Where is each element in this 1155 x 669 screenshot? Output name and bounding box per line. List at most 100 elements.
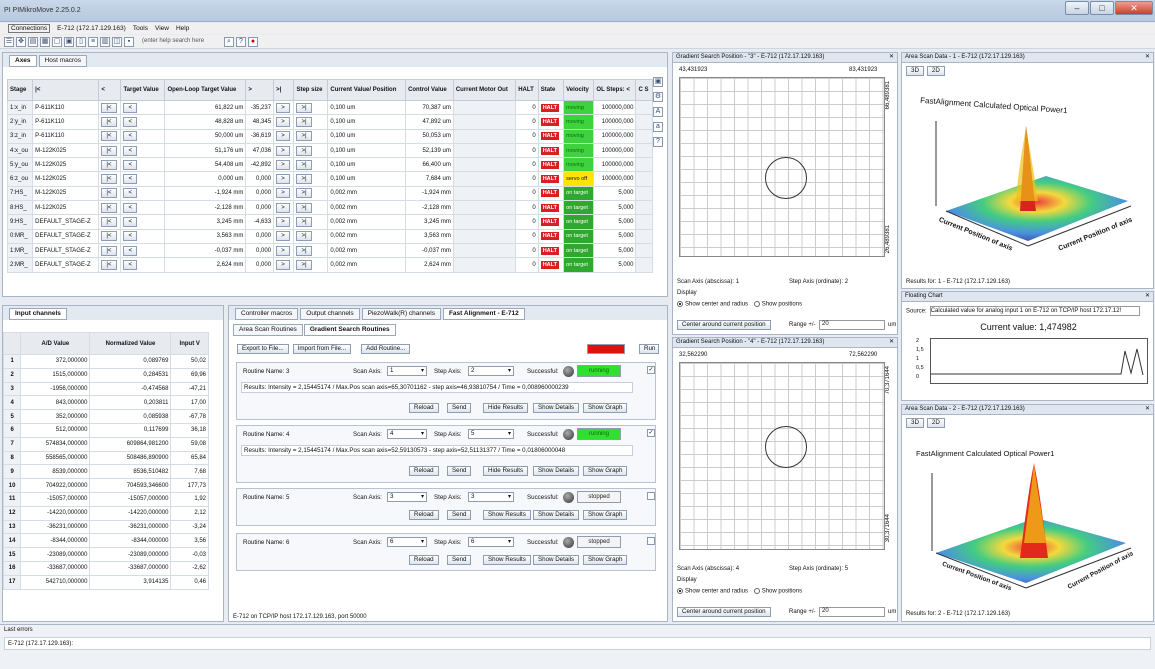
step-forward-button[interactable]: > xyxy=(276,145,290,156)
axis-row[interactable]: 4:x_ou M-122K025 |< <51,176 um 47,036 > >| 0,10… xyxy=(6,142,653,159)
step-size[interactable]: 0,100 um xyxy=(327,157,407,173)
step-back-button[interactable]: < xyxy=(123,145,138,156)
export-button[interactable]: Export to File... xyxy=(237,344,289,354)
step-size[interactable]: 0,002 mm xyxy=(327,185,407,202)
halt-button[interactable]: HALT xyxy=(540,203,559,212)
help-icon[interactable]: ? xyxy=(653,137,663,147)
tab-controller-macros[interactable]: Controller macros xyxy=(235,308,299,320)
move-min-button[interactable]: |< xyxy=(101,102,117,113)
move-max-button[interactable]: >| xyxy=(296,202,312,213)
reload-button[interactable]: Reload xyxy=(409,466,439,476)
menu-help[interactable]: Help xyxy=(176,25,189,32)
velocity[interactable]: 5,000 xyxy=(593,214,637,230)
step-size[interactable]: 0,100 um xyxy=(327,171,407,187)
velocity[interactable]: 5,000 xyxy=(593,228,637,244)
tab-area-scan[interactable]: Area Scan Routines xyxy=(233,324,303,336)
show-center-radio-1[interactable] xyxy=(677,301,683,307)
tab-fast-alignment[interactable]: Fast Alignment - E-712 xyxy=(442,308,525,320)
send-button[interactable]: Send xyxy=(447,510,472,520)
scan-axis-select[interactable]: 6 xyxy=(387,537,427,547)
help-search-input[interactable]: (enter help search here xyxy=(140,37,222,47)
open-loop-target[interactable]: 0,000 xyxy=(245,171,275,187)
step-back-button[interactable]: < xyxy=(123,159,138,170)
center-button-2[interactable]: Center around current position xyxy=(677,607,771,617)
scan-axis-select[interactable]: 4 xyxy=(387,429,427,439)
move-min-button[interactable]: |< xyxy=(101,217,117,228)
axis-row[interactable]: 1:x_in P-611K110 |< <61,822 um -35,237 > >| 0,1… xyxy=(6,99,653,116)
doc-icon[interactable]: ▯ xyxy=(76,36,86,47)
move-min-button[interactable]: |< xyxy=(101,188,117,199)
tab-host-macros[interactable]: Host macros xyxy=(38,55,88,67)
move-max-button[interactable]: >| xyxy=(296,159,312,170)
target-value[interactable]: -0,037 mm xyxy=(164,242,247,259)
step-forward-button[interactable]: > xyxy=(276,245,290,256)
halt-button[interactable]: HALT xyxy=(540,189,559,198)
step-forward-button[interactable]: > xyxy=(276,174,290,185)
move-icon[interactable]: ✥ xyxy=(16,36,26,47)
axis-row[interactable]: 9:HS_ DEFAULT_STAGE-Z |< <3,245 mm -4,633 > >|… xyxy=(6,214,653,230)
view-2d-button-1[interactable]: 2D xyxy=(926,66,945,76)
open-loop-target[interactable]: 47,036 xyxy=(245,142,275,159)
save-icon[interactable]: ▪ xyxy=(124,36,134,47)
halt-button[interactable]: HALT xyxy=(540,175,559,184)
add-routine-button[interactable]: Add Routine... xyxy=(361,344,411,354)
close-icon[interactable]: ✕ xyxy=(1145,53,1150,62)
show-results-button[interactable]: Show Results xyxy=(483,510,531,520)
target-value[interactable]: 61,822 um xyxy=(164,99,247,116)
step-forward-button[interactable]: > xyxy=(276,188,290,199)
open-loop-target[interactable]: 48,345 xyxy=(245,114,275,130)
axis-row[interactable]: 1:MR_ DEFAULT_STAGE-Z |< < -0,037 mm 0,000 > >|… xyxy=(6,242,653,259)
reload-button[interactable]: Reload xyxy=(409,403,439,413)
routine-checkbox[interactable]: ✓ xyxy=(647,429,655,437)
axis-row[interactable]: 6:z_ou M-122K025 |< <0,000 um 0,000 > >| 0,100 … xyxy=(6,171,653,187)
step-back-button[interactable]: < xyxy=(123,217,138,228)
range-input-1[interactable]: 20 xyxy=(819,320,885,330)
target-value[interactable]: 50,000 um xyxy=(164,128,247,144)
search-icon[interactable]: ⌕ xyxy=(224,36,234,47)
view-2d-button-2[interactable]: 2D xyxy=(926,418,945,428)
close-icon[interactable]: ✕ xyxy=(1145,405,1150,414)
open-loop-target[interactable]: 0,000 xyxy=(245,257,275,273)
step-forward-button[interactable]: > xyxy=(276,116,290,127)
step-back-button[interactable]: < xyxy=(123,188,138,199)
move-max-button[interactable]: >| xyxy=(296,217,312,228)
velocity[interactable]: 100000,000 xyxy=(593,99,637,116)
target-value[interactable]: -1,924 mm xyxy=(164,185,247,202)
move-max-button[interactable]: >| xyxy=(296,145,312,156)
stop-icon[interactable]: ● xyxy=(248,36,258,47)
step-forward-button[interactable]: > xyxy=(276,202,290,213)
list-icon[interactable]: ≡ xyxy=(88,36,98,47)
halt-button[interactable]: HALT xyxy=(540,246,559,255)
step-back-button[interactable]: < xyxy=(123,102,138,113)
step-forward-button[interactable]: > xyxy=(276,259,290,270)
step-size[interactable]: 0,002 mm xyxy=(327,214,407,230)
move-max-button[interactable]: >| xyxy=(296,259,312,270)
tab-input-channels[interactable]: Input channels xyxy=(9,308,67,320)
velocity[interactable]: 5,000 xyxy=(593,257,637,273)
velocity[interactable]: 100000,000 xyxy=(593,128,637,144)
close-icon[interactable]: ✕ xyxy=(889,53,894,62)
velocity[interactable]: 100000,000 xyxy=(593,157,637,173)
move-min-button[interactable]: |< xyxy=(101,131,117,142)
routine-checkbox[interactable]: ✓ xyxy=(647,366,655,374)
step-back-button[interactable]: < xyxy=(123,131,138,142)
step-size[interactable]: 0,002 mm xyxy=(327,228,407,244)
view-3d-button-2[interactable]: 3D xyxy=(906,418,924,428)
show-graph-button[interactable]: Show Graph xyxy=(583,466,628,476)
hide-results-button[interactable]: Hide Results xyxy=(483,403,529,413)
axis-row[interactable]: 3:z_in P-611K110 |< <50,000 um -36,619 > >| 0,1… xyxy=(6,128,653,144)
target-value[interactable]: 54,408 um xyxy=(164,157,247,173)
step-size[interactable]: 0,002 mm xyxy=(327,200,407,216)
step-forward-button[interactable]: > xyxy=(276,131,290,142)
routine-checkbox[interactable] xyxy=(647,492,655,500)
range-input-2[interactable]: 20 xyxy=(819,607,885,617)
tab-output-channels[interactable]: Output channels xyxy=(300,308,360,320)
axis-row[interactable]: 2:y_in P-611K110 |< <48,828 um 48,345 > >| 0,10… xyxy=(6,114,653,130)
velocity[interactable]: 5,000 xyxy=(593,185,637,202)
scan-axis-select[interactable]: 1 xyxy=(387,366,427,376)
velocity[interactable]: 100000,000 xyxy=(593,114,637,130)
step-back-button[interactable]: < xyxy=(123,116,138,127)
show-graph-button[interactable]: Show Graph xyxy=(583,555,628,565)
chart-icon[interactable]: ◫ xyxy=(112,36,122,47)
move-max-button[interactable]: >| xyxy=(296,116,312,127)
